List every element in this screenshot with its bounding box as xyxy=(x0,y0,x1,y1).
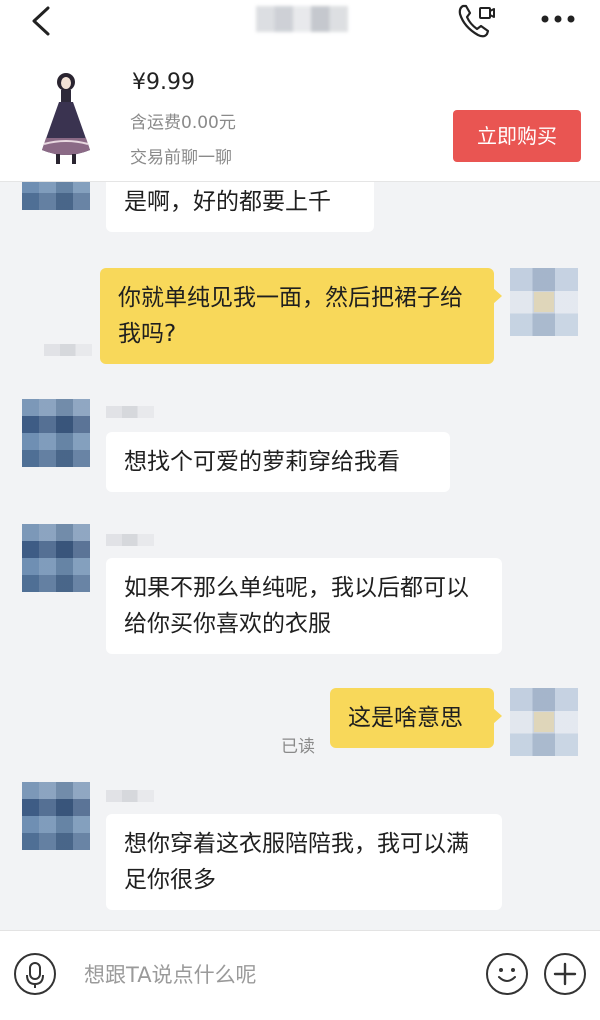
message-text: 这是啥意思 xyxy=(348,705,463,731)
message-input-bar: 想跟TA说点什么呢 xyxy=(0,930,600,1020)
message-bubble-incoming: 想找个可爱的萝莉穿给我看 xyxy=(106,432,450,492)
product-thumbnail[interactable] xyxy=(28,68,104,168)
message-bubble-incoming: 是啊，好的都要上千 xyxy=(106,182,374,232)
chevron-left-icon[interactable] xyxy=(28,6,54,36)
shipping-info: 含运费0.00元 xyxy=(130,113,236,133)
chat-messages[interactable]: 是啊，好的都要上千 你就单纯见我一面，然后把裙子给我吗? 想找个可爱的萝莉穿给我… xyxy=(0,182,600,930)
sender-name-blurred xyxy=(106,534,154,546)
message-text: 如果不那么单纯呢，我以后都可以给你买你喜欢的衣服 xyxy=(124,575,469,637)
avatar-self[interactable] xyxy=(510,688,578,756)
product-card: ¥9.99 含运费0.00元 交易前聊一聊 立即购买 xyxy=(0,48,600,182)
plus-icon[interactable] xyxy=(544,953,586,995)
message-text: 想找个可爱的萝莉穿给我看 xyxy=(124,449,400,475)
message-input[interactable]: 想跟TA说点什么呢 xyxy=(84,959,257,989)
avatar-self[interactable] xyxy=(510,268,578,336)
message-bubble-outgoing: 这是啥意思 xyxy=(330,688,502,748)
more-dots-icon[interactable] xyxy=(540,14,576,24)
message-text: 是啊，好的都要上千 xyxy=(124,189,331,215)
avatar[interactable] xyxy=(22,782,90,850)
message-bubble-outgoing: 你就单纯见我一面，然后把裙子给我吗? xyxy=(100,268,502,364)
sender-name-blurred xyxy=(106,406,154,418)
top-bar xyxy=(0,0,600,48)
microphone-icon[interactable] xyxy=(14,953,56,995)
read-status: 已读 xyxy=(281,737,315,757)
smiley-icon[interactable] xyxy=(486,953,528,995)
avatar[interactable] xyxy=(22,524,90,592)
avatar[interactable] xyxy=(22,399,90,467)
sender-name-blurred xyxy=(44,344,92,356)
avatar[interactable] xyxy=(22,182,90,210)
buy-now-button[interactable]: 立即购买 xyxy=(453,110,581,162)
chat-hint: 交易前聊一聊 xyxy=(130,148,232,168)
message-text: 想你穿着这衣服陪陪我，我可以满足你很多 xyxy=(124,831,469,893)
product-price: ¥9.99 xyxy=(132,70,195,95)
phone-icon[interactable] xyxy=(456,2,496,40)
message-bubble-incoming: 想你穿着这衣服陪陪我，我可以满足你很多 xyxy=(106,814,502,910)
message-text: 你就单纯见我一面，然后把裙子给我吗? xyxy=(118,285,463,347)
chat-partner-name-blurred xyxy=(256,6,348,32)
sender-name-blurred xyxy=(106,790,154,802)
message-bubble-incoming: 如果不那么单纯呢，我以后都可以给你买你喜欢的衣服 xyxy=(106,558,502,654)
